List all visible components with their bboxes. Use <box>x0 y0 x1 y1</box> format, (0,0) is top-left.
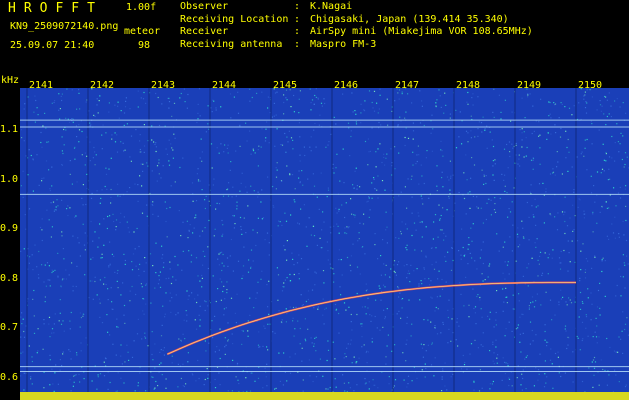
info-value: Chigasaki, Japan (139.414 35.340) <box>310 13 509 25</box>
info-key: Observer <box>180 1 229 12</box>
info-row-receiver: Receiver: AirSpy mini (Miakejima VOR 108.… <box>180 26 533 37</box>
info-key: Receiver <box>180 26 229 37</box>
bottom-signal-band <box>20 392 629 400</box>
mode-label: meteor <box>124 26 161 37</box>
noise-layer <box>20 88 629 400</box>
header-panel: HROFFT 1.00f KN9_2509072140.png meteor 2… <box>0 0 629 75</box>
info-value: K.Nagai <box>310 1 353 12</box>
info-key: Receiving antenna <box>180 38 283 50</box>
y-tick-label: 1.1 <box>0 124 19 135</box>
datetime-label: 25.09.07 21:40 <box>10 40 95 51</box>
y-tick-label: 0.9 <box>0 223 19 234</box>
filename-label: KN9_2509072140.png <box>10 21 119 32</box>
info-key: Receiving Location <box>180 13 289 25</box>
info-value: AirSpy mini (Miakejima VOR 108.65MHz) <box>310 26 533 37</box>
info-row-location: Receiving Location: Chigasaki, Japan (139… <box>180 13 509 25</box>
app-title: HROFFT <box>8 1 103 16</box>
y-tick-label: 0.6 <box>0 372 19 383</box>
info-row-observer: Observer: K.Nagai <box>180 1 353 12</box>
count-label: 98 <box>138 40 151 51</box>
y-tick-label: 1.0 <box>0 174 19 185</box>
info-row-antenna: Receiving antenna: Maspro FM-3 <box>180 38 377 50</box>
spectrogram-canvas <box>20 88 629 400</box>
y-tick-label: 0.8 <box>0 273 19 284</box>
spectrogram-plot <box>20 88 629 400</box>
y-axis-unit: kHz <box>1 75 20 86</box>
y-tick-label: 0.7 <box>0 322 19 333</box>
station-info: Observer: K.Nagai Receiving Location: Chig… <box>180 1 533 51</box>
info-value: Maspro FM-3 <box>310 38 377 50</box>
version-label: 1.00f <box>126 2 157 13</box>
